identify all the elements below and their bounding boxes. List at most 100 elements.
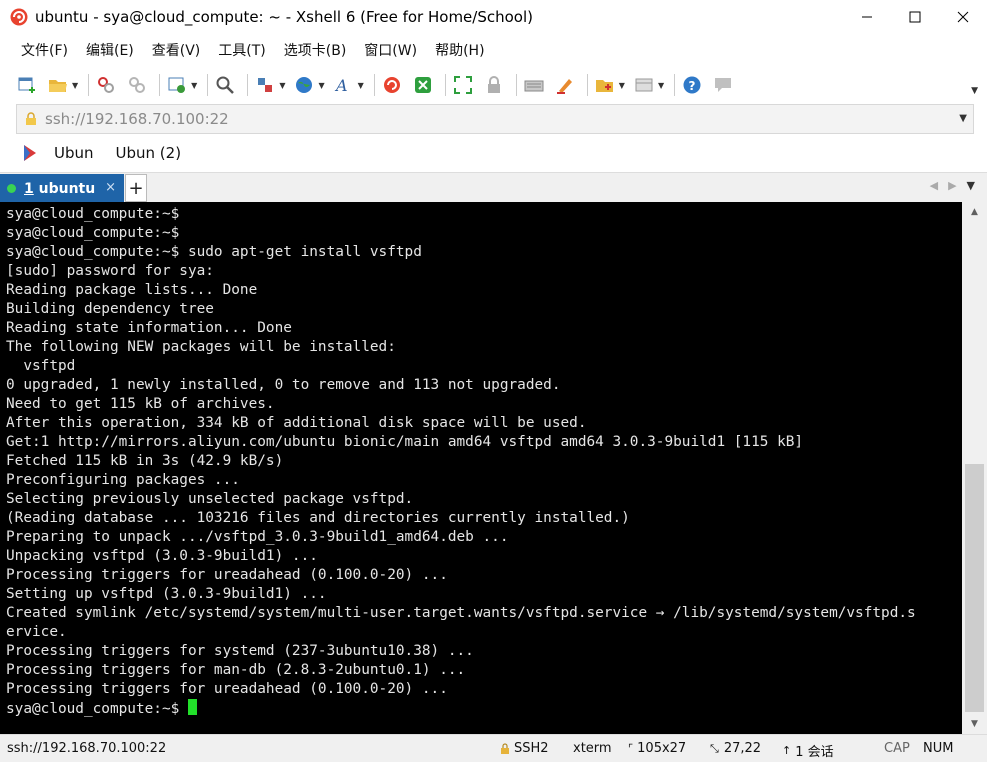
- tab-close-icon[interactable]: ×: [105, 180, 116, 195]
- links-bar: Ubun Ubun (2): [0, 138, 987, 168]
- open-folder-icon[interactable]: [47, 74, 69, 96]
- address-dropdown-icon[interactable]: ▼: [959, 113, 967, 124]
- highlight-icon[interactable]: [554, 74, 576, 96]
- menu-file[interactable]: 文件(F): [12, 40, 77, 60]
- lock-icon: [26, 112, 36, 125]
- tab-scroll-right-icon[interactable]: ▶: [948, 179, 956, 192]
- new-session-icon[interactable]: [16, 74, 38, 96]
- sessions-arrow-icon: ↑: [782, 744, 792, 757]
- reconnect-icon[interactable]: [95, 74, 117, 96]
- terminal-line: Fetched 115 kB in 3s (42.9 kB/s): [6, 453, 284, 469]
- scrollbar-thumb[interactable]: [965, 464, 984, 712]
- toolbar-divider: [674, 74, 676, 96]
- xshell-icon[interactable]: [381, 74, 403, 96]
- scroll-down-icon[interactable]: ▼: [962, 714, 987, 734]
- toolbar-divider: [159, 74, 161, 96]
- menu-help[interactable]: 帮助(H): [426, 40, 493, 60]
- minimize-icon: [862, 16, 872, 18]
- scroll-up-icon[interactable]: ▲: [962, 202, 987, 222]
- layout-dropdown-icon[interactable]: ▼: [658, 81, 664, 90]
- address-bar: ▼: [16, 104, 974, 134]
- terminal-line: Processing triggers for systemd (237-3ub…: [6, 643, 474, 659]
- font-icon[interactable]: A: [333, 74, 355, 96]
- svg-text:A: A: [334, 76, 348, 95]
- new-tab-button[interactable]: +: [125, 174, 147, 202]
- toolbar-divider: [373, 74, 375, 96]
- transfer-icon[interactable]: [254, 74, 276, 96]
- menu-edit[interactable]: 编辑(E): [77, 40, 143, 60]
- lock-icon[interactable]: [483, 74, 505, 96]
- toolbar-divider: [515, 74, 517, 96]
- status-address: ssh://192.168.70.100:22: [7, 741, 167, 756]
- svg-text:?: ?: [689, 79, 696, 93]
- window-title: ubuntu - sya@cloud_compute: ~ - Xshell 6…: [35, 8, 533, 26]
- terminal-line: After this operation, 334 kB of addition…: [6, 415, 587, 431]
- terminal-line: 0 upgraded, 1 newly installed, 0 to remo…: [6, 377, 561, 393]
- terminal-line: Processing triggers for man-db (2.8.3-2u…: [6, 662, 466, 678]
- close-button[interactable]: [939, 0, 987, 34]
- disconnect-icon[interactable]: [126, 74, 148, 96]
- terminal-scrollbar[interactable]: ▲ ▼: [962, 202, 987, 734]
- minimize-button[interactable]: [843, 0, 891, 34]
- terminal-line: Processing triggers for ureadahead (0.10…: [6, 567, 448, 583]
- menu-view[interactable]: 查看(V): [143, 40, 210, 60]
- terminal-line: Reading state information... Done: [6, 320, 292, 336]
- toolbar: ▼ ▼ ▼ ▼ A ▼ ▼ ▼ ?: [0, 66, 987, 104]
- status-position: ⤡ 27,22: [710, 741, 762, 756]
- close-icon: [957, 11, 969, 23]
- xftp-icon[interactable]: [412, 74, 434, 96]
- fullscreen-icon[interactable]: [452, 74, 474, 96]
- terminal-line: Need to get 115 kB of archives.: [6, 396, 275, 412]
- chat-icon[interactable]: [712, 74, 734, 96]
- menu-tabs[interactable]: 选项卡(B): [275, 40, 356, 60]
- connection-status-icon: [7, 184, 16, 193]
- layout-icon[interactable]: [633, 74, 655, 96]
- menu-tools[interactable]: 工具(T): [209, 40, 274, 60]
- tab-bar: 1 ubuntu × + ◀ ▶ ▼: [0, 172, 987, 203]
- menu-bar: 文件(F) 编辑(E) 查看(V) 工具(T) 选项卡(B) 窗口(W) 帮助(…: [0, 34, 987, 66]
- properties-dropdown-icon[interactable]: ▼: [191, 81, 197, 90]
- terminal-prompt-line: sya@cloud_compute:~$: [6, 699, 962, 718]
- search-icon[interactable]: [214, 74, 236, 96]
- protocol-lock-icon: [501, 742, 509, 754]
- link-ubun[interactable]: Ubun: [54, 144, 94, 162]
- keyboard-icon[interactable]: [523, 74, 545, 96]
- font-dropdown-icon[interactable]: ▼: [358, 81, 364, 90]
- toolbar-divider: [207, 74, 209, 96]
- terminal-line: sya@cloud_compute:~$: [6, 225, 180, 241]
- status-cap: CAP: [884, 741, 910, 756]
- properties-icon[interactable]: [166, 74, 188, 96]
- link-ubun-2[interactable]: Ubun (2): [116, 144, 182, 162]
- terminal-cursor: [187, 699, 197, 715]
- terminal-line: Created symlink /etc/systemd/system/mult…: [6, 605, 916, 621]
- address-input[interactable]: [45, 110, 925, 128]
- toolbar-divider: [88, 74, 90, 96]
- links-bar-icon: [24, 145, 36, 161]
- status-bar: ssh://192.168.70.100:22 SSH2 xterm ⌜ 105…: [0, 734, 987, 762]
- toolbar-overflow-icon[interactable]: ▼: [971, 86, 978, 96]
- compose-icon[interactable]: [594, 74, 616, 96]
- terminal-line: The following NEW packages will be insta…: [6, 339, 396, 355]
- globe-dropdown-icon[interactable]: ▼: [318, 81, 324, 90]
- size-icon: ⌜: [628, 742, 634, 755]
- terminal-line: sya@cloud_compute:~$ sudo apt-get instal…: [6, 244, 422, 260]
- status-num: NUM: [923, 741, 954, 756]
- tab-ubuntu[interactable]: 1 ubuntu ×: [0, 174, 124, 203]
- globe-icon[interactable]: [293, 74, 315, 96]
- terminal-output[interactable]: sya@cloud_compute:~$ sya@cloud_compute:~…: [0, 202, 962, 734]
- compose-dropdown-icon[interactable]: ▼: [619, 81, 625, 90]
- status-size: ⌜ 105x27: [628, 741, 687, 756]
- help-icon[interactable]: ?: [681, 74, 703, 96]
- tab-scroll-left-icon[interactable]: ◀: [930, 179, 938, 192]
- tab-label: 1 ubuntu: [24, 180, 96, 197]
- menu-window[interactable]: 窗口(W): [355, 40, 426, 60]
- terminal-line: ervice.: [6, 624, 67, 640]
- open-dropdown-icon[interactable]: ▼: [72, 81, 78, 90]
- toolbar-divider: [247, 74, 249, 96]
- tab-list-dropdown-icon[interactable]: ▼: [967, 179, 975, 192]
- transfer-dropdown-icon[interactable]: ▼: [279, 81, 285, 90]
- status-sessions: ↑ 1 会话: [782, 744, 834, 760]
- maximize-button[interactable]: [891, 0, 939, 34]
- toolbar-divider: [586, 74, 588, 96]
- terminal-line: Processing triggers for ureadahead (0.10…: [6, 681, 448, 697]
